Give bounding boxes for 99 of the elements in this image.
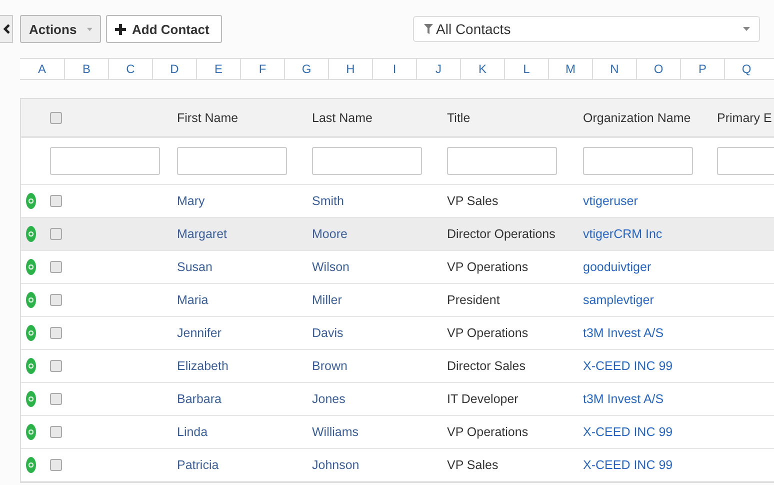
column-header[interactable]: Last Name	[312, 110, 372, 124]
organization-link[interactable]: X-CEED INC 99	[583, 458, 673, 472]
last-name-link[interactable]: Williams	[312, 425, 359, 439]
actions-button[interactable]: Actions	[20, 15, 101, 43]
alphabet-filter-link[interactable]: M	[548, 59, 592, 79]
search-field[interactable]	[447, 147, 557, 175]
first-name-link[interactable]: Barbara	[177, 392, 222, 406]
table-cell: VP Operations	[447, 425, 528, 439]
alphabet-filter-link[interactable]: O	[636, 59, 680, 79]
first-name-link[interactable]: Elizabeth	[177, 359, 228, 373]
alphabet-filter-link[interactable]: B	[64, 59, 108, 79]
row-checkbox[interactable]	[50, 426, 62, 438]
alphabet-filter-link[interactable]: K	[460, 59, 504, 79]
chevron-left-icon	[2, 24, 10, 34]
first-name-link[interactable]: Mary	[177, 194, 205, 208]
table-cell: VP Sales	[447, 458, 498, 472]
indicator-icon[interactable]	[26, 325, 36, 341]
table-row[interactable]: Maria Miller President samplevtiger	[21, 284, 774, 317]
row-checkbox[interactable]	[50, 393, 62, 405]
last-name-link[interactable]: Davis	[312, 326, 344, 340]
organization-link[interactable]: X-CEED INC 99	[583, 425, 673, 439]
search-field[interactable]	[177, 147, 287, 175]
last-name-link[interactable]: Johnson	[312, 458, 360, 472]
table-row[interactable]: Linda Williams VP Operations X-CEED INC 99	[21, 416, 774, 449]
filter-icon	[424, 24, 433, 34]
table-row[interactable]: Barbara Jones IT Developer t3M Invest A/S	[21, 383, 774, 416]
search-field[interactable]	[583, 147, 693, 175]
caret-icon	[86, 26, 92, 32]
last-name-link[interactable]: Miller	[312, 293, 342, 307]
alphabet-filter-link[interactable]: G	[284, 59, 328, 79]
organization-link[interactable]: vtigeruser	[583, 194, 638, 208]
row-checkbox[interactable]	[50, 294, 62, 306]
table-cell: VP Operations	[447, 260, 528, 274]
search-field[interactable]	[50, 147, 160, 175]
collapse-button[interactable]	[0, 15, 13, 43]
table-row[interactable]: Jennifer Davis VP Operations t3M Invest A/S	[21, 317, 774, 350]
indicator-icon[interactable]	[26, 292, 36, 308]
organization-link[interactable]: gooduivtiger	[583, 260, 652, 274]
alphabet-filter-link[interactable]: L	[504, 59, 548, 79]
plus-icon	[115, 24, 126, 34]
indicator-icon[interactable]	[26, 358, 36, 374]
table-cell: President	[447, 293, 500, 307]
alphabet-filter-link[interactable]: H	[328, 59, 372, 79]
table-row[interactable]: Susan Wilson VP Operations gooduivtiger	[21, 251, 774, 284]
column-header[interactable]: First Name	[177, 110, 238, 124]
table-cell: VP Sales	[447, 194, 498, 208]
first-name-link[interactable]: Margaret	[177, 227, 228, 241]
first-name-link[interactable]: Linda	[177, 425, 208, 439]
organization-link[interactable]: X-CEED INC 99	[583, 359, 673, 373]
first-name-link[interactable]: Maria	[177, 293, 208, 307]
row-checkbox[interactable]	[50, 459, 62, 471]
organization-link[interactable]: vtigerCRM Inc	[583, 227, 662, 241]
table-cell: Director Sales	[447, 359, 526, 373]
indicator-icon[interactable]	[26, 457, 36, 473]
add-contact-button[interactable]: Add Contact	[106, 15, 222, 43]
table-cell: IT Developer	[447, 392, 518, 406]
row-checkbox[interactable]	[50, 327, 62, 339]
filter-dropdown[interactable]: All Contacts	[413, 16, 760, 42]
alphabet-filter-link[interactable]: A	[20, 59, 64, 79]
indicator-icon[interactable]	[26, 391, 36, 407]
last-name-link[interactable]: Brown	[312, 359, 348, 373]
row-checkbox[interactable]	[50, 228, 62, 240]
alphabet-filter-link[interactable]: I	[372, 59, 416, 79]
table-row[interactable]: Margaret Moore Director Operations vtigerCRM Inc	[21, 218, 774, 251]
last-name-link[interactable]: Jones	[312, 392, 346, 406]
alphabet-filter-link[interactable]: Q	[724, 59, 768, 79]
alphabet-filter-link[interactable]: D	[152, 59, 196, 79]
search-field[interactable]	[312, 147, 422, 175]
organization-link[interactable]: t3M Invest A/S	[583, 326, 664, 340]
first-name-link[interactable]: Patricia	[177, 458, 219, 472]
first-name-link[interactable]: Jennifer	[177, 326, 222, 340]
last-name-link[interactable]: Moore	[312, 227, 348, 241]
alphabet-filter-link[interactable]: F	[240, 59, 284, 79]
table-row[interactable]: Patricia Johnson VP Sales X-CEED INC 99	[21, 449, 774, 482]
organization-link[interactable]: samplevtiger	[583, 293, 654, 307]
row-checkbox[interactable]	[50, 195, 62, 207]
select-all-checkbox[interactable]	[50, 112, 62, 124]
indicator-icon[interactable]	[26, 259, 36, 275]
last-name-link[interactable]: Wilson	[312, 260, 350, 274]
first-name-link[interactable]: Susan	[177, 260, 212, 274]
alphabet-filter-link[interactable]: E	[196, 59, 240, 79]
table-cell: Director Operations	[447, 227, 556, 241]
alphabet-filter-link[interactable]: C	[108, 59, 152, 79]
alphabet-filter-link[interactable]: P	[680, 59, 724, 79]
table-cell: VP Operations	[447, 326, 528, 340]
organization-link[interactable]: t3M Invest A/S	[583, 392, 664, 406]
table-row[interactable]: Elizabeth Brown Director Sales X-CEED INC 99	[21, 350, 774, 383]
indicator-icon[interactable]	[26, 424, 36, 440]
alphabet-filter-link[interactable]: N	[592, 59, 636, 79]
column-header[interactable]: Title	[447, 110, 470, 124]
column-header[interactable]: Organization Name	[583, 110, 691, 124]
indicator-icon[interactable]	[26, 226, 36, 242]
indicator-icon[interactable]	[26, 193, 36, 209]
caret-icon	[743, 27, 750, 31]
last-name-link[interactable]: Smith	[312, 194, 344, 208]
alphabet-filter-link[interactable]: J	[416, 59, 460, 79]
column-header[interactable]: Primary E	[717, 110, 772, 124]
row-checkbox[interactable]	[50, 360, 62, 372]
row-checkbox[interactable]	[50, 261, 62, 273]
